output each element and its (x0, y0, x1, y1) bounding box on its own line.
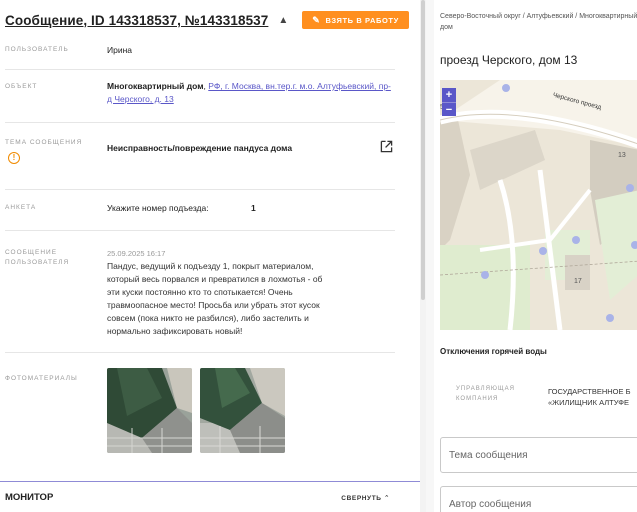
message-label: СООБЩЕНИЕ ПОЛЬЗОВАТЕЛЯ (5, 249, 70, 266)
object-label: ОБЪЕКТ (5, 83, 38, 90)
chevron-up-icon: ⌃ (383, 495, 390, 502)
message-row: СООБЩЕНИЕ ПОЛЬЗОВАТЕЛЯ 25.09.2025 16:17 … (5, 238, 395, 353)
form-label: АНКЕТА (5, 204, 37, 211)
request-panel: Сообщение, ID 143318537, №143318537 ▲ ✎ … (0, 0, 420, 512)
zoom-in-button[interactable]: + (442, 88, 456, 102)
message-text: Пандус, ведущий к подъезду 1, покрыт мат… (107, 261, 323, 336)
management-company-label: УПРАВЛЯЮЩАЯ КОМПАНИЯ (456, 386, 515, 402)
warning-icon: ! (8, 152, 20, 164)
take-to-work-button[interactable]: ✎ ВЗЯТЬ В РАБОТУ (302, 11, 409, 29)
place-title: проезд Черского, дом 13 (440, 53, 578, 67)
management-company-line2: «ЖИЛИЩНИК АЛТУФЕ (548, 398, 629, 407)
map[interactable]: Черского проезд 13 17 5 + − (440, 80, 637, 330)
message-date: 25.09.2025 16:17 (107, 249, 166, 258)
topic-input[interactable] (440, 437, 637, 473)
collapse-label: СВЕРНУТЬ (341, 495, 382, 502)
author-input[interactable] (440, 486, 637, 512)
scrollbar-thumb[interactable] (421, 0, 425, 300)
zoom-control: + − (442, 88, 456, 116)
external-link-icon[interactable] (380, 140, 393, 153)
user-label: ПОЛЬЗОВАТЕЛЬ (5, 46, 69, 53)
form-answer: 1 (251, 203, 256, 213)
message-body: 25.09.2025 16:17 Пандус, ведущий к подъе… (107, 247, 327, 338)
monitor-section: МОНИТОР СВЕРНУТЬ ⌃ (0, 481, 420, 512)
request-header: Сообщение, ID 143318537, №143318537 ▲ ✎ … (5, 9, 420, 31)
zoom-out-button[interactable]: − (442, 102, 456, 116)
monitor-title: МОНИТОР (5, 492, 54, 503)
building-number-13: 13 (618, 152, 626, 159)
hot-water-outage-title: Отключения горячей воды (440, 347, 547, 356)
object-panel: Северо-Восточный округ / Алтуфьевский / … (426, 0, 637, 512)
form-question: Укажите номер подъезда: (107, 203, 209, 213)
topic-row: ТЕМА СООБЩЕНИЯ ! Неисправность/поврежден… (5, 130, 395, 190)
photo-thumbnail[interactable] (200, 368, 285, 453)
object-row: ОБЪЕКТ Многоквартирный дом, РФ, г. Москв… (5, 73, 395, 123)
management-company-line1: ГОСУДАРСТВЕННОЕ Б (548, 387, 631, 396)
collapse-button[interactable]: СВЕРНУТЬ ⌃ (341, 494, 390, 502)
form-row: АНКЕТА Укажите номер подъезда: 1 (5, 193, 395, 231)
photo-thumbnail[interactable] (107, 368, 192, 453)
photos-row: ФОТОМАТЕРИАЛЫ (5, 360, 395, 465)
chevron-up-icon[interactable]: ▲ (278, 15, 288, 26)
photos-label: ФОТОМАТЕРИАЛЫ (5, 375, 78, 382)
object-card: Северо-Восточный округ / Алтуфьевский / … (434, 0, 637, 512)
topic-value: Неисправность/повреждение пандуса дома (107, 143, 293, 153)
topic-label: ТЕМА СООБЩЕНИЯ (5, 139, 83, 146)
user-value: Ирина (107, 45, 133, 55)
take-to-work-label: ВЗЯТЬ В РАБОТУ (325, 15, 399, 25)
request-title[interactable]: Сообщение, ID 143318537, №143318537 (5, 13, 268, 28)
object-value: Многоквартирный дом, РФ, г. Москва, вн.т… (107, 80, 392, 106)
map-canvas (440, 80, 637, 330)
object-type: Многоквартирный дом (107, 81, 204, 91)
pencil-icon: ✎ (312, 14, 321, 25)
building-number-17: 17 (574, 278, 582, 285)
breadcrumb[interactable]: Северо-Восточный округ / Алтуфьевский / … (440, 11, 637, 33)
management-company-value: ГОСУДАРСТВЕННОЕ Б «ЖИЛИЩНИК АЛТУФЕ (548, 386, 631, 408)
user-row: ПОЛЬЗОВАТЕЛЬ Ирина (5, 38, 395, 70)
